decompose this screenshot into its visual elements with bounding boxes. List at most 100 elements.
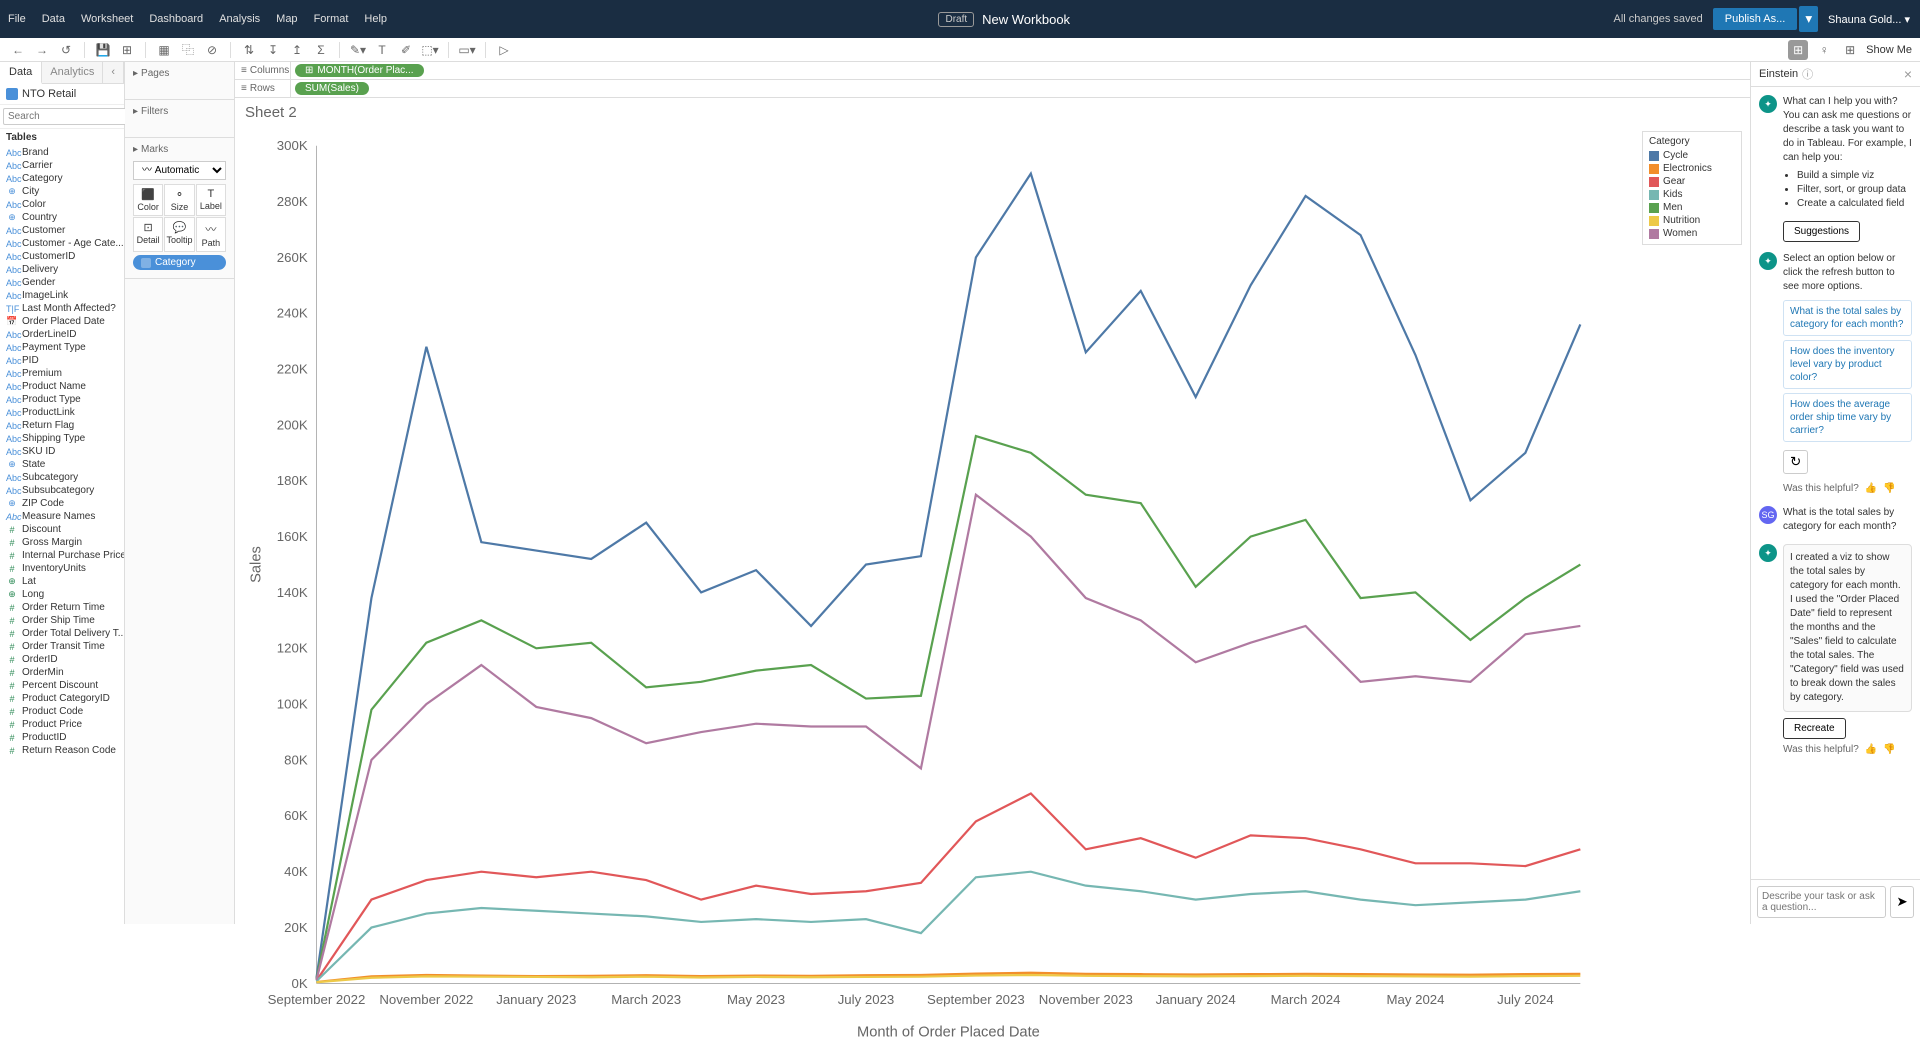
thumbs-down-icon[interactable]: 👎 [1883, 482, 1895, 496]
field-zip-code[interactable]: ⊕ZIP Code [0, 497, 124, 510]
format-icon[interactable]: ✐ [396, 40, 416, 60]
close-icon[interactable]: × [1904, 66, 1912, 82]
presentation-icon[interactable]: ▷ [494, 40, 514, 60]
field-productlink[interactable]: AbcProductLink [0, 406, 124, 419]
highlight-icon[interactable]: ✎▾ [348, 40, 368, 60]
field-category[interactable]: AbcCategory [0, 172, 124, 185]
menu-worksheet[interactable]: Worksheet [73, 13, 141, 25]
marks-detail[interactable]: ⊡Detail [133, 217, 163, 252]
fit-icon[interactable]: ⬚▾ [420, 40, 440, 60]
field-imagelink[interactable]: AbcImageLink [0, 289, 124, 302]
field-product-categoryid[interactable]: #Product CategoryID [0, 692, 124, 705]
suggestion-link[interactable]: What is the total sales by category for … [1783, 300, 1912, 336]
thumbs-up-icon[interactable]: 👍 [1865, 743, 1877, 757]
recreate-button[interactable]: Recreate [1783, 718, 1846, 739]
field-gross-margin[interactable]: #Gross Margin [0, 536, 124, 549]
field-internal-purchase-price[interactable]: #Internal Purchase Price [0, 549, 124, 562]
menu-map[interactable]: Map [268, 13, 305, 25]
field-city[interactable]: ⊕City [0, 185, 124, 198]
showme-button[interactable]: Show Me [1866, 44, 1912, 56]
swap-icon[interactable]: ⇅ [239, 40, 259, 60]
user-menu[interactable]: Shauna Gold... ▾ [1828, 13, 1910, 26]
field-country[interactable]: ⊕Country [0, 211, 124, 224]
field-inventoryunits[interactable]: #InventoryUnits [0, 562, 124, 575]
field-product-name[interactable]: AbcProduct Name [0, 380, 124, 393]
revert-icon[interactable]: ↺ [56, 40, 76, 60]
marks-type-select[interactable]: 〰 Automatic [133, 161, 226, 180]
menu-dashboard[interactable]: Dashboard [141, 13, 211, 25]
filters-shelf[interactable]: ▸ Filters [129, 104, 230, 119]
field-customer[interactable]: AbcCustomer [0, 224, 124, 237]
save-icon[interactable]: 💾 [93, 40, 113, 60]
field-order-total-delivery-t-[interactable]: #Order Total Delivery T... [0, 627, 124, 640]
undo-icon[interactable]: ← [8, 40, 28, 60]
field-lat[interactable]: ⊕Lat [0, 575, 124, 588]
fit-view-icon[interactable]: ▭▾ [457, 40, 477, 60]
publish-dropdown[interactable]: ▾ [1799, 6, 1818, 32]
new-worksheet-icon[interactable]: ▦ [154, 40, 174, 60]
field-pid[interactable]: AbcPID [0, 354, 124, 367]
field-customerid[interactable]: AbcCustomerID [0, 250, 124, 263]
legend-item[interactable]: Kids [1649, 188, 1735, 201]
field-brand[interactable]: AbcBrand [0, 146, 124, 159]
menu-data[interactable]: Data [34, 13, 73, 25]
showme-icon[interactable]: ⊞ [1840, 40, 1860, 60]
legend-item[interactable]: Electronics [1649, 162, 1735, 175]
chat-input[interactable] [1757, 886, 1886, 918]
suggestions-button[interactable]: Suggestions [1783, 221, 1860, 242]
totals-icon[interactable]: Σ [311, 40, 331, 60]
field-return-flag[interactable]: AbcReturn Flag [0, 419, 124, 432]
field-orderid[interactable]: #OrderID [0, 653, 124, 666]
datasource-item[interactable]: NTO Retail [0, 84, 124, 105]
pages-shelf[interactable]: ▸ Pages [129, 66, 230, 81]
columns-pill[interactable]: ⊞ MONTH(Order Plac... [295, 64, 424, 77]
duplicate-icon[interactable]: ⿻ [178, 40, 198, 60]
suggestion-link[interactable]: How does the inventory level vary by pro… [1783, 340, 1912, 389]
field-ordermin[interactable]: #OrderMin [0, 666, 124, 679]
marks-size[interactable]: ⚬Size [164, 184, 194, 216]
labels-icon[interactable]: T [372, 40, 392, 60]
field-order-transit-time[interactable]: #Order Transit Time [0, 640, 124, 653]
legend-item[interactable]: Women [1649, 227, 1735, 240]
legend-item[interactable]: Gear [1649, 175, 1735, 188]
field-discount[interactable]: #Discount [0, 523, 124, 536]
field-product-code[interactable]: #Product Code [0, 705, 124, 718]
field-product-type[interactable]: AbcProduct Type [0, 393, 124, 406]
field-shipping-type[interactable]: AbcShipping Type [0, 432, 124, 445]
field-long[interactable]: ⊕Long [0, 588, 124, 601]
menu-format[interactable]: Format [306, 13, 357, 25]
field-measure-names[interactable]: AbcMeasure Names [0, 510, 124, 523]
tab-data[interactable]: Data [0, 62, 42, 84]
clear-icon[interactable]: ⊘ [202, 40, 222, 60]
field-subsubcategory[interactable]: AbcSubsubcategory [0, 484, 124, 497]
field-order-placed-date[interactable]: 📅Order Placed Date [0, 315, 124, 328]
field-customer-age-cate-[interactable]: AbcCustomer - Age Cate... [0, 237, 124, 250]
menu-analysis[interactable]: Analysis [211, 13, 268, 25]
field-last-month-affected-[interactable]: T|FLast Month Affected? [0, 302, 124, 315]
sort-desc-icon[interactable]: ↥ [287, 40, 307, 60]
rows-pill[interactable]: SUM(Sales) [295, 82, 369, 95]
redo-icon[interactable]: → [32, 40, 52, 60]
legend-item[interactable]: Men [1649, 201, 1735, 214]
field-sku-id[interactable]: AbcSKU ID [0, 445, 124, 458]
datasource-icon[interactable]: ⊞ [1788, 40, 1808, 60]
field-premium[interactable]: AbcPremium [0, 367, 124, 380]
thumbs-down-icon[interactable]: 👎 [1883, 743, 1895, 757]
field-productid[interactable]: #ProductID [0, 731, 124, 744]
new-data-icon[interactable]: ⊞ [117, 40, 137, 60]
refresh-icon[interactable]: ↻ [1783, 450, 1808, 474]
field-percent-discount[interactable]: #Percent Discount [0, 679, 124, 692]
field-gender[interactable]: AbcGender [0, 276, 124, 289]
marks-path[interactable]: 〰Path [196, 217, 226, 252]
field-state[interactable]: ⊕State [0, 458, 124, 471]
send-icon[interactable]: ➤ [1890, 886, 1914, 918]
thumbs-up-icon[interactable]: 👍 [1865, 482, 1877, 496]
marks-tooltip[interactable]: 💬Tooltip [164, 217, 194, 252]
sort-asc-icon[interactable]: ↧ [263, 40, 283, 60]
field-payment-type[interactable]: AbcPayment Type [0, 341, 124, 354]
color-pill-category[interactable]: Category [133, 255, 226, 270]
collapse-icon[interactable]: ‹ [103, 62, 124, 83]
legend[interactable]: Category CycleElectronicsGearKidsMenNutr… [1642, 131, 1742, 245]
field-orderlineid[interactable]: AbcOrderLineID [0, 328, 124, 341]
info-icon[interactable]: ⓘ [1802, 66, 1813, 82]
